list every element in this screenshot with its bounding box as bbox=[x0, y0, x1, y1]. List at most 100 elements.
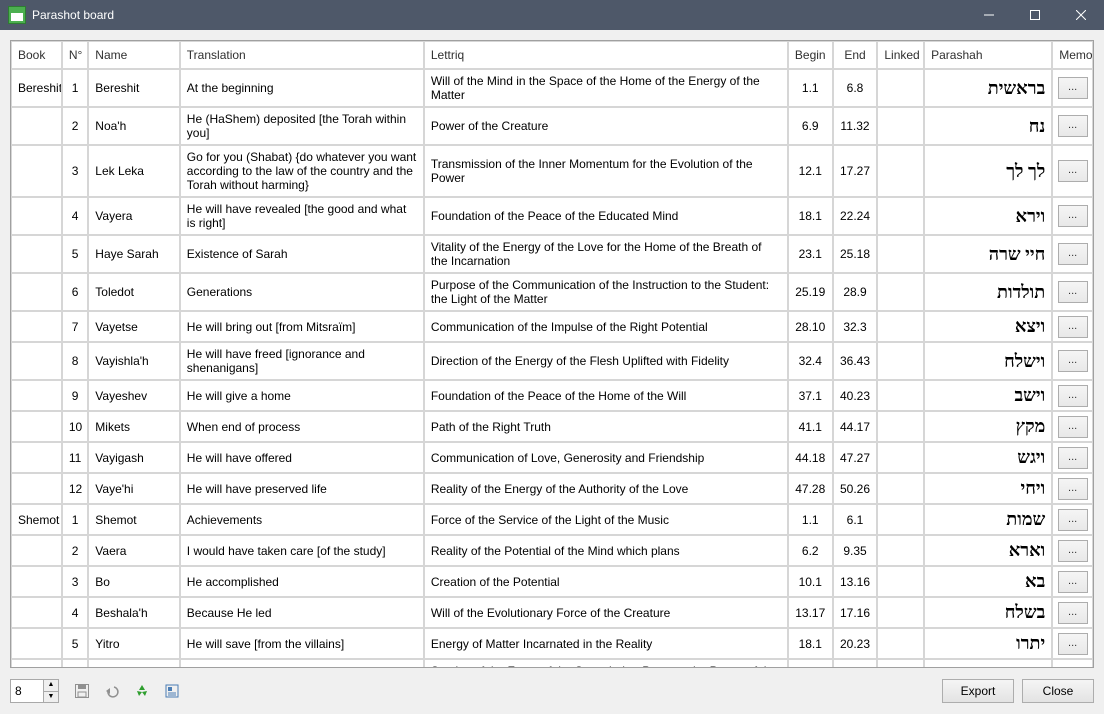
cell-lettriq: Force of the Service of the Light of the… bbox=[424, 504, 788, 535]
cell-book bbox=[11, 380, 62, 411]
memo-button[interactable]: ... bbox=[1058, 447, 1088, 469]
cell-lettriq: Communication of the Impulse of the Righ… bbox=[424, 311, 788, 342]
cell-parashah: שמות bbox=[924, 504, 1052, 535]
cell-parashah: לך לך bbox=[924, 145, 1052, 197]
work-area: Book N° Name Translation Lettriq Begin E… bbox=[0, 30, 1104, 714]
cell-begin: 12.1 bbox=[788, 145, 833, 197]
font-size-spinner[interactable]: ▲ ▼ bbox=[10, 679, 59, 703]
memo-button[interactable]: ... bbox=[1058, 633, 1088, 655]
table-row[interactable]: 4Beshala'hBecause He ledWill of the Evol… bbox=[11, 597, 1093, 628]
memo-button[interactable]: ... bbox=[1058, 602, 1088, 624]
cell-end: 47.27 bbox=[833, 442, 878, 473]
col-header-end[interactable]: End bbox=[833, 41, 878, 69]
cell-book bbox=[11, 273, 62, 311]
cell-parashah: תולדות bbox=[924, 273, 1052, 311]
memo-button[interactable]: ... bbox=[1058, 77, 1088, 99]
save-icon[interactable] bbox=[71, 680, 93, 702]
close-dialog-button[interactable]: Close bbox=[1022, 679, 1094, 703]
cell-parashah: משפטים bbox=[924, 659, 1052, 667]
cell-end: 25.18 bbox=[833, 235, 878, 273]
memo-button[interactable]: ... bbox=[1058, 243, 1088, 265]
memo-button[interactable]: ... bbox=[1058, 350, 1088, 372]
table-row[interactable]: 5YitroHe will save [from the villains]En… bbox=[11, 628, 1093, 659]
memo-button[interactable]: ... bbox=[1058, 115, 1088, 137]
memo-button[interactable]: ... bbox=[1058, 160, 1088, 182]
recycle-icon[interactable] bbox=[131, 680, 153, 702]
table-row[interactable]: 12Vaye'hiHe will have preserved lifeReal… bbox=[11, 473, 1093, 504]
cell-name: Vaye'hi bbox=[88, 473, 180, 504]
memo-button[interactable]: ... bbox=[1058, 281, 1088, 303]
table-row[interactable]: Shemot1ShemotAchievementsForce of the Se… bbox=[11, 504, 1093, 535]
cell-parashah: ויחי bbox=[924, 473, 1052, 504]
col-header-lettriq[interactable]: Lettriq bbox=[424, 41, 788, 69]
cell-parashah: וישלח bbox=[924, 342, 1052, 380]
table-row[interactable]: 10MiketsWhen end of processPath of the R… bbox=[11, 411, 1093, 442]
cell-linked bbox=[877, 659, 924, 667]
cell-end: 17.27 bbox=[833, 145, 878, 197]
cell-begin: 18.1 bbox=[788, 197, 833, 235]
card-icon[interactable] bbox=[161, 680, 183, 702]
col-header-num[interactable]: N° bbox=[62, 41, 88, 69]
cell-linked bbox=[877, 535, 924, 566]
table-row[interactable]: 6ToledotGenerationsPurpose of the Commun… bbox=[11, 273, 1093, 311]
col-header-book[interactable]: Book bbox=[11, 41, 62, 69]
undo-icon[interactable] bbox=[101, 680, 123, 702]
minimize-button[interactable] bbox=[966, 0, 1012, 30]
memo-button[interactable]: ... bbox=[1058, 571, 1088, 593]
cell-end: 6.1 bbox=[833, 504, 878, 535]
cell-memo: ... bbox=[1052, 380, 1093, 411]
table-row[interactable]: 3Lek LekaGo for you (Shabat) {do whateve… bbox=[11, 145, 1093, 197]
col-header-translation[interactable]: Translation bbox=[180, 41, 424, 69]
cell-begin: 37.1 bbox=[788, 380, 833, 411]
table-row[interactable]: 8Vayishla'hHe will have freed [ignorance… bbox=[11, 342, 1093, 380]
memo-button[interactable]: ... bbox=[1058, 540, 1088, 562]
table-row[interactable]: 7VayetseHe will bring out [from Mitsraïm… bbox=[11, 311, 1093, 342]
cell-lettriq: Reality of the Potential of the Mind whi… bbox=[424, 535, 788, 566]
font-size-input[interactable] bbox=[11, 680, 43, 702]
table-row[interactable]: 4VayeraHe will have revealed [the good a… bbox=[11, 197, 1093, 235]
window-titlebar: Parashot board bbox=[0, 0, 1104, 30]
cell-lettriq: Energy of Matter Incarnated in the Reali… bbox=[424, 628, 788, 659]
cell-name: Vayetse bbox=[88, 311, 180, 342]
cell-memo: ... bbox=[1052, 69, 1093, 107]
table-row[interactable]: 6MishpatimJudgmentsService of the Force … bbox=[11, 659, 1093, 667]
cell-memo: ... bbox=[1052, 566, 1093, 597]
table-row[interactable]: 11VayigashHe will have offeredCommunicat… bbox=[11, 442, 1093, 473]
cell-memo: ... bbox=[1052, 659, 1093, 667]
cell-linked bbox=[877, 235, 924, 273]
memo-button[interactable]: ... bbox=[1058, 509, 1088, 531]
close-button[interactable] bbox=[1058, 0, 1104, 30]
memo-button[interactable]: ... bbox=[1058, 205, 1088, 227]
cell-begin: 1.1 bbox=[788, 69, 833, 107]
cell-name: Beshala'h bbox=[88, 597, 180, 628]
col-header-name[interactable]: Name bbox=[88, 41, 180, 69]
cell-num: 7 bbox=[62, 311, 88, 342]
col-header-begin[interactable]: Begin bbox=[788, 41, 833, 69]
table-row[interactable]: Bereshit1BereshitAt the beginningWill of… bbox=[11, 69, 1093, 107]
memo-button[interactable]: ... bbox=[1058, 478, 1088, 500]
spinner-up[interactable]: ▲ bbox=[44, 680, 58, 692]
export-button[interactable]: Export bbox=[942, 679, 1014, 703]
maximize-button[interactable] bbox=[1012, 0, 1058, 30]
table-row[interactable]: 3BoHe accomplishedCreation of the Potent… bbox=[11, 566, 1093, 597]
memo-button[interactable]: ... bbox=[1058, 416, 1088, 438]
cell-translation: Go for you (Shabat) {do whatever you wan… bbox=[180, 145, 424, 197]
table-row[interactable]: 2VaeraI would have taken care [of the st… bbox=[11, 535, 1093, 566]
cell-memo: ... bbox=[1052, 535, 1093, 566]
table-row[interactable]: 2Noa'hHe (HaShem) deposited [the Torah w… bbox=[11, 107, 1093, 145]
cell-parashah: ויגש bbox=[924, 442, 1052, 473]
cell-parashah: וישב bbox=[924, 380, 1052, 411]
cell-num: 5 bbox=[62, 235, 88, 273]
col-header-linked[interactable]: Linked bbox=[877, 41, 924, 69]
cell-translation: He will bring out [from Mitsraïm] bbox=[180, 311, 424, 342]
memo-button[interactable]: ... bbox=[1058, 385, 1088, 407]
spinner-down[interactable]: ▼ bbox=[44, 692, 58, 703]
table-scroll[interactable]: Book N° Name Translation Lettriq Begin E… bbox=[11, 41, 1093, 667]
cell-book bbox=[11, 566, 62, 597]
col-header-memo[interactable]: Memo bbox=[1052, 41, 1093, 69]
cell-translation: He will have revealed [the good and what… bbox=[180, 197, 424, 235]
table-row[interactable]: 9VayeshevHe will give a homeFoundation o… bbox=[11, 380, 1093, 411]
col-header-parashah[interactable]: Parashah bbox=[924, 41, 1052, 69]
table-row[interactable]: 5Haye SarahExistence of SarahVitality of… bbox=[11, 235, 1093, 273]
memo-button[interactable]: ... bbox=[1058, 316, 1088, 338]
